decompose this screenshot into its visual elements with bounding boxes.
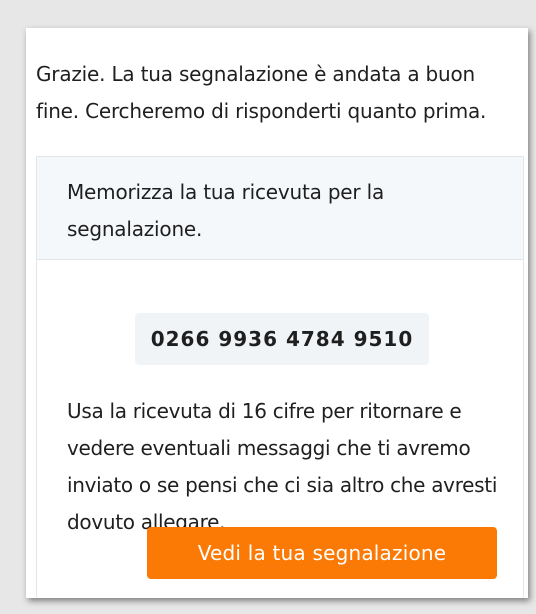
confirmation-message: Grazie. La tua segnalazione è andata a b…: [36, 62, 487, 123]
receipt-header-text: Memorizza la tua ricevuta per la segnala…: [37, 157, 523, 260]
receipt-panel: Memorizza la tua ricevuta per la segnala…: [36, 156, 524, 597]
receipt-code[interactable]: 0266 9936 4784 9510: [135, 313, 429, 365]
view-report-button[interactable]: Vedi la tua segnalazione: [147, 527, 497, 579]
page-background: Grazie. La tua segnalazione è andata a b…: [0, 0, 536, 614]
confirmation-card: Grazie. La tua segnalazione è andata a b…: [26, 28, 528, 598]
receipt-description: Usa la ricevuta di 16 cifre per ritornar…: [67, 399, 498, 534]
